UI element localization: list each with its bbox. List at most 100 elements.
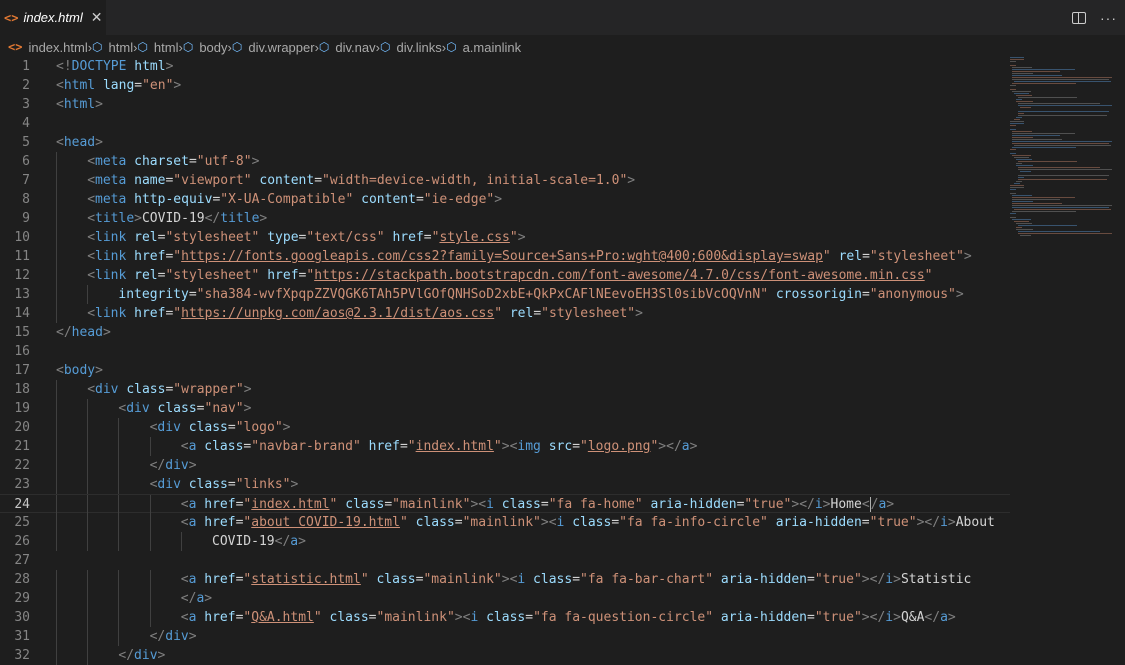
code-line[interactable]: 18 <div class="wrapper">: [0, 380, 1010, 399]
breadcrumb-item[interactable]: ⬡ body: [183, 40, 228, 55]
token: div: [134, 648, 158, 663]
token: class: [486, 610, 526, 625]
code-line[interactable]: 30 <a href="Q&A.html" class="mainlink"><i…: [0, 608, 1010, 627]
code-line[interactable]: 12 <link rel="stylesheet" href="https://s…: [0, 266, 1010, 285]
tab-index-html[interactable]: <> index.html ✕: [0, 0, 106, 35]
code-line[interactable]: 29 </a>: [0, 589, 1010, 608]
indent-guide: [87, 646, 89, 665]
indent-guide: [56, 171, 57, 190]
token: "logo": [235, 420, 283, 435]
html-file-icon: <>: [8, 40, 23, 54]
token: index.html: [415, 439, 494, 454]
breadcrumb-item[interactable]: ⬡ div.links: [380, 40, 442, 55]
minimap-line: [1016, 117, 1022, 118]
token: ": [173, 249, 182, 264]
breadcrumb-item[interactable]: ⬡ div.nav: [319, 40, 376, 55]
code-line[interactable]: 7 <meta name="viewport" content="width=de…: [0, 171, 1010, 190]
token: a: [290, 534, 299, 549]
token: >: [822, 497, 831, 512]
token: >: [635, 306, 643, 321]
code-line[interactable]: 8 <meta http-equiv = "X-UA-Compatible" cont…: [0, 190, 1010, 209]
token: class: [188, 477, 228, 492]
token: <: [180, 439, 189, 454]
line-number: 12: [14, 268, 30, 283]
code-line[interactable]: 20 <div class="logo">: [0, 418, 1010, 437]
code-line[interactable]: 14 <link href = "https://unpkg.com/aos@2.3.…: [0, 304, 1010, 323]
token: "wrapper": [173, 382, 244, 397]
code-line[interactable]: 5 <head>: [0, 133, 1010, 152]
code-line[interactable]: 3 <html>: [0, 95, 1010, 114]
code-line[interactable]: 22 </div>: [0, 456, 1010, 475]
code-line[interactable]: 16: [0, 342, 1010, 361]
split-editor-icon[interactable]: [1072, 11, 1086, 24]
token: >: [102, 325, 111, 340]
code-line[interactable]: 24 <a href="index.html" class="mainlink">…: [0, 494, 1010, 514]
token: >: [893, 572, 901, 587]
indent-guide: [56, 495, 57, 514]
minimap-line: [1012, 91, 1031, 92]
code-editor[interactable]: 1 <!DOCTYPE html> 2 <html lang="en"> 3 <html>…: [0, 57, 1125, 665]
token: meta: [95, 192, 127, 207]
code-line[interactable]: 19 <div class="nav">: [0, 399, 1010, 418]
code-line[interactable]: 4: [0, 114, 1010, 133]
code-line[interactable]: 11 <link href = "https://fonts.googleapis.c…: [0, 247, 1010, 266]
code-text: <div class="links">: [150, 475, 299, 494]
minimap-line: [1016, 95, 1033, 96]
code-line[interactable]: 1 <!DOCTYPE html>: [0, 57, 1010, 76]
indent-guide: [56, 399, 57, 418]
code-text: <link href = "https://unpkg.com/aos@2.3.1/…: [87, 304, 643, 323]
token: http-equiv: [134, 192, 213, 207]
line-number: 3: [22, 97, 30, 112]
code-line[interactable]: 23 <div class="links">: [0, 475, 1010, 494]
code-line[interactable]: 17 <body>: [0, 361, 1010, 380]
token: https://stackpath.bootstrapcdn.com/font-…: [314, 268, 925, 283]
code-line[interactable]: 6 <meta charset="utf-8">: [0, 152, 1010, 171]
token: >: [157, 648, 166, 663]
token: <: [548, 515, 557, 530]
token: =: [188, 287, 197, 302]
token: >: [861, 610, 870, 625]
breadcrumb-item[interactable]: ⬡ div.wrapper: [232, 40, 315, 55]
minimap-line: [1010, 125, 1016, 126]
code-line[interactable]: 10 <link rel="stylesheet" type="text/css"…: [0, 228, 1010, 247]
breadcrumb-label: html: [153, 39, 179, 55]
code-line[interactable]: 15 </head>: [0, 323, 1010, 342]
token: </: [924, 610, 941, 625]
minimap-line: [1018, 225, 1078, 226]
code-line[interactable]: 32 </div>: [0, 646, 1010, 665]
token: i: [940, 515, 948, 530]
token: =: [533, 306, 542, 321]
breadcrumb-item[interactable]: ⬡ a.mainlink: [446, 40, 521, 55]
token: rel: [838, 249, 863, 264]
indent-guide: [56, 627, 57, 646]
code-line[interactable]: 26 COVID-19</a>: [0, 532, 1010, 551]
code-text: <html lang="en">: [56, 76, 181, 95]
breadcrumb-item[interactable]: ⬡ html: [92, 40, 133, 55]
token: ": [306, 268, 315, 283]
code-line[interactable]: 27: [0, 551, 1010, 570]
code-line[interactable]: 31 </div>: [0, 627, 1010, 646]
minimap-line: [1010, 129, 1016, 130]
close-icon[interactable]: ✕: [91, 9, 103, 26]
code-line[interactable]: 28 <a href="statistic.html" class="mainli…: [0, 570, 1010, 589]
code-text: <a href="Q&A.html" class="mainlink"><i c…: [181, 608, 956, 627]
code-line[interactable]: 25 <a href="about COVID-19.html" class="m…: [0, 513, 1010, 532]
code-line[interactable]: 13 integrity="sha384-wvfXpqpZZVQGK6TAh5PV…: [0, 285, 1010, 304]
breadcrumb-item[interactable]: ⬡ html: [137, 40, 178, 55]
more-actions-icon[interactable]: ···: [1100, 10, 1117, 26]
token: "links": [235, 477, 291, 492]
indent-guide: [149, 513, 151, 532]
token: html: [63, 78, 96, 93]
indent-guide: [149, 608, 151, 627]
token: meta: [95, 154, 127, 169]
minimap[interactable]: [1008, 57, 1118, 237]
token: =: [227, 477, 236, 492]
indent-guide: [56, 646, 57, 665]
code-line[interactable]: 9 <title>COVID-19</title>: [0, 209, 1010, 228]
code-line[interactable]: 2 <html lang="en">: [0, 76, 1010, 95]
line-number: 11: [14, 249, 30, 264]
token: head: [71, 325, 103, 340]
breadcrumb-item[interactable]: <> index.html: [8, 40, 88, 55]
code-line[interactable]: 21 <a class="navbar-brand" href="index.ht…: [0, 437, 1010, 456]
